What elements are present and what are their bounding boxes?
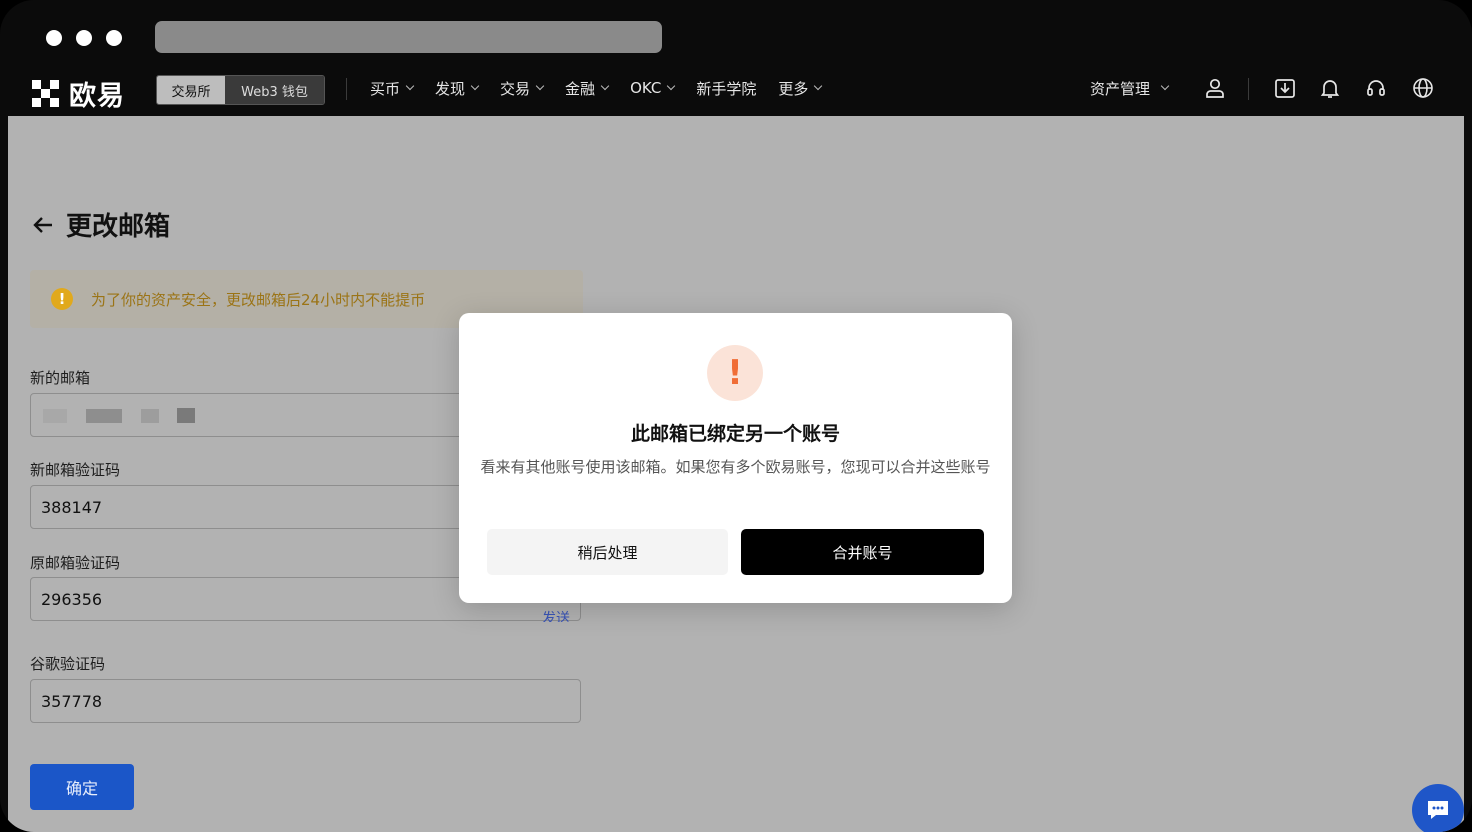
chat-icon [1428, 801, 1448, 819]
download-icon[interactable] [1273, 76, 1297, 100]
masked-text [141, 409, 159, 423]
browser-window: 欧易 交易所 Web3 钱包 买币 发现 交易 金融 OKC 新手学院 更多 资… [0, 0, 1472, 832]
nav-divider [346, 78, 347, 100]
input-value: 357778 [41, 691, 103, 711]
tab-exchange[interactable]: 交易所 [157, 76, 225, 104]
browser-titlebar [0, 0, 1472, 70]
asset-management-label: 资产管理 [1090, 79, 1151, 98]
input-value: 388147 [41, 497, 103, 517]
input-value: 296356 [41, 589, 103, 609]
main-menu: 买币 发现 交易 金融 OKC 新手学院 更多 [370, 70, 843, 106]
menu-more[interactable]: 更多 [778, 78, 823, 99]
google-code-label: 谷歌验证码 [30, 655, 106, 673]
merge-accounts-button[interactable]: 合并账号 [741, 529, 984, 575]
menu-label: 新手学院 [696, 79, 757, 98]
menu-label: OKC [630, 79, 662, 97]
address-bar[interactable] [155, 21, 662, 53]
nav-divider [1248, 78, 1249, 100]
exchange-wallet-switch: 交易所 Web3 钱包 [156, 75, 325, 105]
window-minimize-dot[interactable] [76, 30, 92, 46]
top-navbar: 欧易 交易所 Web3 钱包 买币 发现 交易 金融 OKC 新手学院 更多 资… [8, 70, 1464, 116]
masked-text [43, 409, 67, 423]
menu-label: 发现 [435, 79, 466, 98]
chevron-down-icon [1160, 81, 1170, 91]
support-chat-button[interactable] [1412, 784, 1464, 832]
logo-text: 欧易 [69, 80, 125, 112]
menu-learn[interactable]: 新手学院 [696, 78, 756, 99]
menu-okc[interactable]: OKC [630, 79, 676, 97]
email-bound-dialog: ! 此邮箱已绑定另一个账号 看来有其他账号使用该邮箱。如果您有多个欧易账号，您现… [459, 313, 1012, 603]
chevron-down-icon [814, 81, 823, 91]
new-email-label: 新的邮箱 [30, 369, 91, 387]
page-title: 更改邮箱 [66, 212, 171, 242]
chevron-down-icon [667, 81, 676, 91]
tab-web3-wallet[interactable]: Web3 钱包 [225, 76, 324, 104]
later-button[interactable]: 稍后处理 [487, 529, 728, 575]
menu-label: 买币 [370, 79, 401, 98]
dialog-title: 此邮箱已绑定另一个账号 [630, 423, 840, 445]
dialog-description: 看来有其他账号使用该邮箱。如果您有多个欧易账号，您现可以合并这些账号 [480, 458, 991, 476]
menu-label: 更多 [778, 79, 809, 98]
globe-icon[interactable] [1411, 76, 1435, 100]
warning-icon: ! [51, 288, 73, 310]
new-email-code-label: 新邮箱验证码 [30, 461, 121, 479]
chevron-down-icon [600, 81, 610, 91]
menu-label: 交易 [500, 79, 531, 98]
resend-code-link[interactable]: 发送 [542, 608, 570, 622]
google-code-input[interactable]: 357778 [30, 679, 581, 723]
right-nav: 资产管理 [1090, 70, 1170, 106]
logo-mark-icon [32, 79, 59, 107]
masked-text [86, 409, 122, 423]
chevron-down-icon [405, 81, 415, 91]
menu-discover[interactable]: 发现 [435, 78, 480, 99]
confirm-button[interactable]: 确定 [30, 764, 134, 810]
window-maximize-dot[interactable] [106, 30, 122, 46]
asset-management-menu[interactable]: 资产管理 [1090, 78, 1170, 99]
window-close-dot[interactable] [46, 30, 62, 46]
menu-finance[interactable]: 金融 [565, 78, 610, 99]
back-arrow-icon[interactable] [32, 214, 54, 236]
menu-label: 金融 [565, 79, 596, 98]
notice-text: 为了你的资产安全，更改邮箱后24小时内不能提币 [91, 290, 426, 309]
masked-text [177, 408, 195, 423]
chevron-down-icon [470, 81, 480, 91]
bell-icon[interactable] [1318, 76, 1342, 100]
exclamation-icon: ! [707, 345, 763, 401]
menu-trade[interactable]: 交易 [500, 78, 545, 99]
menu-buy-crypto[interactable]: 买币 [370, 78, 415, 99]
headset-icon[interactable] [1364, 76, 1388, 100]
old-email-code-label: 原邮箱验证码 [30, 554, 121, 572]
user-icon[interactable] [1203, 76, 1227, 100]
chevron-down-icon [535, 81, 545, 91]
okx-logo[interactable]: 欧易 [32, 75, 125, 112]
page-header: 更改邮箱 [32, 206, 170, 243]
